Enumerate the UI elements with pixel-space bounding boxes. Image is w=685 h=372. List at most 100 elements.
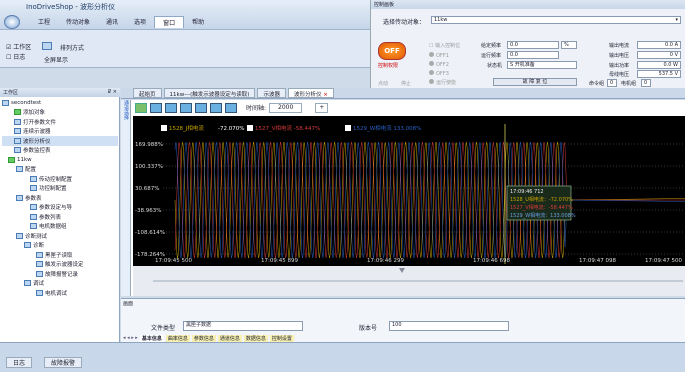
workspace-pin-icon[interactable]: ₽ × [108,89,117,95]
cursor-icon[interactable] [150,103,162,113]
info-tab-curve[interactable]: 曲率信息 [165,335,190,342]
tree-item-drive-config[interactable]: 传动控制配置 [2,174,118,184]
tab-wave-analyzer[interactable]: 波形分析仪 × [287,88,334,98]
info-tab-nav-icon[interactable]: ◂ ◂ ▸ ▸ [123,335,138,342]
close-icon[interactable]: × [323,92,328,98]
ribbon-workspace-checkbox[interactable]: ☑ 工作区 [6,42,31,51]
out-current-value: 0.0 A [637,41,681,49]
tree-item-wave-analyzer[interactable]: 波形分析仪 [2,136,118,146]
save-icon[interactable] [210,103,222,113]
fault-tab[interactable]: 故障报警 [44,357,83,368]
set-freq-unit: % [561,41,577,49]
tree-item-add-object[interactable]: 添加对象 [2,108,118,118]
tree-item-fault-log[interactable]: 故障报警记录 [2,269,118,279]
run-freq-label: 运行频率 [481,53,502,59]
y-tick: 30.687% [135,186,159,192]
add-icon [14,109,21,116]
cmd-group-value: 0 [607,79,617,87]
stop-button[interactable]: 停止 [401,80,411,87]
tab-trigger-scope[interactable]: 11kw---(触发示波器设定与读取) [163,88,256,98]
tab-scope[interactable]: 示波器 [257,88,286,98]
menu-item-help[interactable]: 帮助 [184,16,212,28]
tree-item-11kw[interactable]: 11kw [2,155,118,165]
info-tab-control[interactable]: 控制设置 [269,335,294,342]
select-drive-dropdown[interactable]: 11kw ▾ [431,16,681,24]
set-freq-input[interactable]: 0.0 [507,41,559,49]
info-header: 画面 [123,301,134,307]
run-freq-value: 0.0 [507,51,559,59]
zoom-out-icon[interactable] [180,103,192,113]
fault-reset-button[interactable]: 故 障 复 位 [493,78,577,86]
info-tab-data[interactable]: 数据信息 [243,335,268,342]
wave-chart[interactable]: 1528_J相电流 -72.070% 1527_V相电流 -58.447% 15… [133,116,685,296]
legend: 1528_J相电流 -72.070% 1527_V相电流 -58.447% 15… [161,124,421,132]
tree-item-diag-test[interactable]: 诊断测试 [2,231,118,241]
out-voltage-label: 输出电压 [609,53,630,59]
jog-button[interactable]: 点动 [378,80,388,87]
tree-item-secondtest[interactable]: secondtest [2,98,118,108]
channel-select-side[interactable]: 通道选择 [121,100,131,296]
gear-icon [30,204,37,211]
tree-item-power-config[interactable]: 功控制配置 [2,184,118,194]
print-icon[interactable] [225,103,237,113]
state-off2: OFF2 [429,61,449,68]
cursor-tooltip: 17:09:46 712 1528_U相电流：-72.070% 1527_V相电… [506,185,576,221]
info-tab-channel[interactable]: 通道信息 [217,335,242,342]
x-tick: 17:09:46 698 [473,258,510,264]
tree-item-diag[interactable]: 诊断 [2,241,118,251]
tree-item-blackbox[interactable]: 黑匣子读取 [2,250,118,260]
tree-item-motor-debug[interactable]: 电机调试 [2,288,118,298]
tree-item-param-setting[interactable]: 参数设定与导 [2,203,118,213]
tree-item-open-params[interactable]: 打开参数文件 [2,117,118,127]
tree-item-param-monitor[interactable]: 参数监控表 [2,146,118,156]
out-current-label: 输出电流 [609,43,630,49]
menu-item-options[interactable]: 选项 [126,16,154,28]
add-button[interactable]: + [315,103,329,113]
state-run-enable: 运行使能 [429,79,456,86]
ribbon-log-checkbox[interactable]: ☐ 日志 [6,52,25,61]
diag-icon [24,242,31,249]
zoom-in-icon[interactable] [165,103,177,113]
workspace-tree: secondtest 添加对象 打开参数文件 连续示波器 波形分析仪 参数监控表… [2,98,118,298]
app-menu-orb-icon[interactable] [4,15,20,29]
legend-w-box [345,125,351,131]
ribbon-fullscreen-button[interactable]: 全屏显示 [44,55,68,64]
legend-v-box [247,125,253,131]
tree-item-trigger-scope[interactable]: 触发示波器设定 [2,260,118,270]
table-icon [14,147,21,154]
menu-item-drive[interactable]: 传动对象 [58,16,98,28]
select-drive-label: 选择传动对象： [383,19,426,26]
tab-start-page[interactable]: 起始页 [133,88,162,98]
tree-item-config[interactable]: 配置 [2,165,118,175]
tree-item-scope[interactable]: 连续示波器 [2,127,118,137]
motor-group-label: 电机组 [621,81,637,87]
control-panel-header: 控制画板 [371,0,685,9]
y-tick: 169.988% [135,142,163,148]
control-panel: 控制画板 选择传动对象： 11kw ▾ OFF 控制权限 ☐ 输入控制位 OFF1… [370,0,685,88]
tree-item-param-list[interactable]: 参数列表 [2,212,118,222]
chart-icon[interactable] [135,103,147,113]
motor-icon [36,289,43,296]
info-tabs: ◂ ◂ ▸ ▸ 基本信息 曲率信息 参数信息 通道信息 数据信息 控制设置 [123,335,294,342]
input-control-checkbox[interactable]: ☐ 输入控制位 [429,42,460,49]
title-bar: InoDriveShop - 波形分析仪 工程 传动对象 通讯 选项 窗口 帮助 [0,0,370,30]
menu-item-comm[interactable]: 通讯 [98,16,126,28]
off-button[interactable]: OFF [378,42,406,60]
info-tab-param[interactable]: 参数信息 [191,335,216,342]
menu-item-window[interactable]: 窗口 [154,16,185,28]
scope-icon [14,128,21,135]
bus-voltage-value: 537.5 V [637,70,681,78]
menu-item-project[interactable]: 工程 [30,16,58,28]
status-value: S 开机准备 [507,61,577,69]
legend-v: 1527_V相电流 -58.447% [255,124,320,132]
time-axis-select[interactable]: 2000 [269,103,303,113]
log-tab[interactable]: 日志 [6,357,33,368]
zoom-reset-icon[interactable] [195,103,207,113]
legend-u-box [161,125,167,131]
blackbox-icon [36,251,43,258]
ribbon-arrange-button[interactable]: 排列方式 [60,43,84,52]
tree-item-debug[interactable]: 调试 [2,279,118,289]
tree-item-motor-data[interactable]: 电机数据组 [2,222,118,232]
tree-item-param-table[interactable]: 参数表 [2,193,118,203]
info-tab-basic[interactable]: 基本信息 [139,335,164,342]
